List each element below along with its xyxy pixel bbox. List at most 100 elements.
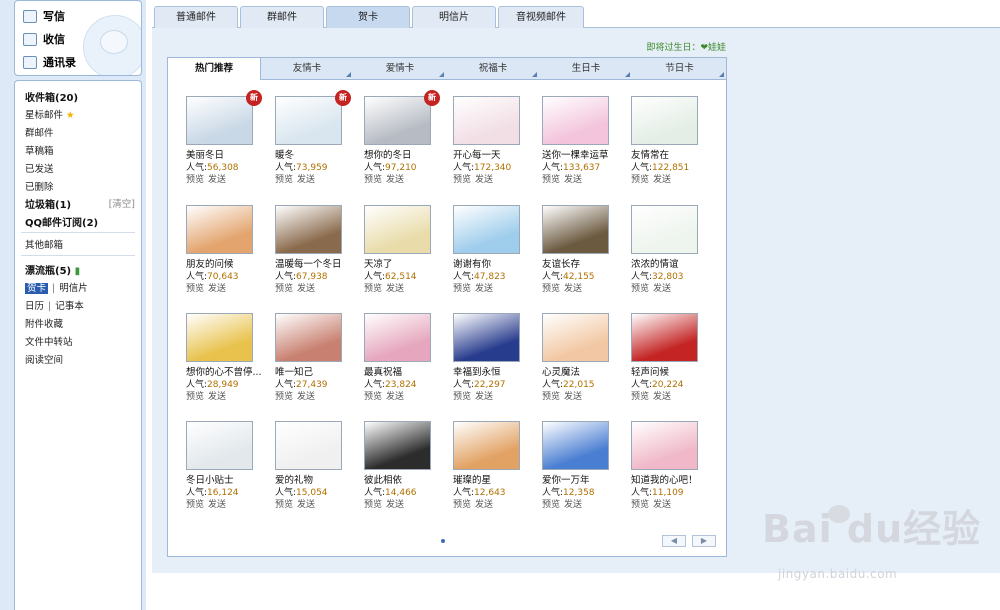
send-link[interactable]: 发送 bbox=[386, 500, 404, 510]
send-link[interactable]: 发送 bbox=[475, 392, 493, 402]
card-item[interactable]: 送你一棵幸运草 人气:133,637 预览 发送 bbox=[542, 96, 628, 186]
send-link[interactable]: 发送 bbox=[653, 175, 671, 185]
card-item[interactable]: 最真祝福 人气:23,824 预览 发送 bbox=[364, 313, 450, 403]
preview-link[interactable]: 预览 bbox=[631, 500, 649, 510]
card-thumbnail[interactable] bbox=[364, 205, 431, 254]
card-title[interactable]: 朋友的问候 bbox=[186, 258, 272, 271]
send-link[interactable]: 发送 bbox=[386, 392, 404, 402]
card-thumbnail[interactable] bbox=[631, 205, 698, 254]
receive-mail-button[interactable]: 收信 bbox=[23, 29, 65, 49]
card-thumbnail[interactable] bbox=[186, 313, 253, 362]
preview-link[interactable]: 预览 bbox=[631, 175, 649, 185]
preview-link[interactable]: 预览 bbox=[186, 500, 204, 510]
card-item[interactable]: 轻声问候 人气:20,224 预览 发送 bbox=[631, 313, 717, 403]
sidebar-item-calendar[interactable]: 日历 bbox=[25, 301, 44, 312]
card-thumbnail[interactable] bbox=[631, 421, 698, 470]
send-link[interactable]: 发送 bbox=[386, 284, 404, 294]
card-thumbnail[interactable] bbox=[631, 313, 698, 362]
card-title[interactable]: 知道我的心吧！ bbox=[631, 474, 717, 487]
send-link[interactable]: 发送 bbox=[297, 392, 315, 402]
card-item[interactable]: 爱你一万年 人气:12,358 预览 发送 bbox=[542, 421, 628, 511]
send-link[interactable]: 发送 bbox=[208, 175, 226, 185]
card-thumbnail[interactable] bbox=[453, 313, 520, 362]
card-item[interactable]: 谢谢有你 人气:47,823 预览 发送 bbox=[453, 205, 539, 295]
card-item[interactable]: 浓浓的情谊 人气:32,803 预览 发送 bbox=[631, 205, 717, 295]
tab-normal-mail[interactable]: 普通邮件 bbox=[154, 6, 238, 28]
send-link[interactable]: 发送 bbox=[297, 284, 315, 294]
card-title[interactable]: 心灵魔法 bbox=[542, 366, 628, 379]
preview-link[interactable]: 预览 bbox=[275, 284, 293, 294]
sidebar-item-deleted[interactable]: 已删除 bbox=[25, 179, 54, 193]
preview-link[interactable]: 预览 bbox=[364, 392, 382, 402]
card-title[interactable]: 幸福到永恒 bbox=[453, 366, 539, 379]
card-item[interactable]: 开心每一天 人气:172,340 预览 发送 bbox=[453, 96, 539, 186]
card-title[interactable]: 开心每一天 bbox=[453, 149, 539, 162]
preview-link[interactable]: 预览 bbox=[364, 284, 382, 294]
card-title[interactable]: 爱你一万年 bbox=[542, 474, 628, 487]
send-link[interactable]: 发送 bbox=[653, 392, 671, 402]
prev-page-button[interactable]: ◀ bbox=[662, 535, 686, 547]
card-title[interactable]: 璀璨的星 bbox=[453, 474, 539, 487]
send-link[interactable]: 发送 bbox=[297, 175, 315, 185]
card-item[interactable]: 爱的礼物 人气:15,054 预览 发送 bbox=[275, 421, 361, 511]
card-title[interactable]: 温暖每一个冬日 bbox=[275, 258, 361, 271]
preview-link[interactable]: 预览 bbox=[186, 284, 204, 294]
send-link[interactable]: 发送 bbox=[475, 284, 493, 294]
card-thumbnail[interactable] bbox=[186, 205, 253, 254]
sidebar-item-drafts[interactable]: 草稿箱 bbox=[25, 143, 54, 157]
card-title[interactable]: 彼此相依 bbox=[364, 474, 450, 487]
clear-spam-link[interactable]: [清空] bbox=[109, 196, 135, 210]
sidebar-item-attachments[interactable]: 附件收藏 bbox=[25, 316, 63, 330]
card-item[interactable]: 新美丽冬日 人气:56,308 预览 发送 bbox=[186, 90, 272, 186]
card-thumbnail[interactable] bbox=[364, 96, 431, 145]
send-link[interactable]: 发送 bbox=[564, 500, 582, 510]
sidebar-item-drift-bottle[interactable]: 漂流瓶(5) ▮ bbox=[25, 262, 80, 277]
preview-link[interactable]: 预览 bbox=[631, 284, 649, 294]
preview-link[interactable]: 预览 bbox=[542, 500, 560, 510]
card-item[interactable]: 心灵魔法 人气:22,015 预览 发送 bbox=[542, 313, 628, 403]
preview-link[interactable]: 预览 bbox=[542, 392, 560, 402]
sidebar-item-postcard[interactable]: 明信片 bbox=[59, 283, 88, 294]
send-link[interactable]: 发送 bbox=[653, 500, 671, 510]
card-item[interactable]: 友情常在 人气:122,851 预览 发送 bbox=[631, 96, 717, 186]
card-thumbnail[interactable] bbox=[186, 421, 253, 470]
send-link[interactable]: 发送 bbox=[208, 392, 226, 402]
preview-link[interactable]: 预览 bbox=[364, 175, 382, 185]
compose-button[interactable]: 写信 bbox=[23, 6, 65, 26]
category-tab-hot[interactable]: 热门推荐 bbox=[168, 58, 261, 80]
card-item[interactable]: 新暖冬 人气:73,959 预览 发送 bbox=[275, 90, 361, 186]
preview-link[interactable]: 预览 bbox=[275, 175, 293, 185]
card-item[interactable]: 天凉了 人气:62,514 预览 发送 bbox=[364, 205, 450, 295]
card-thumbnail[interactable] bbox=[186, 96, 253, 145]
card-item[interactable]: 幸福到永恒 人气:22,297 预览 发送 bbox=[453, 313, 539, 403]
card-title[interactable]: 想你的心不曾停... bbox=[186, 366, 272, 379]
sidebar-item-qq-subscribe[interactable]: QQ邮件订阅(2) bbox=[25, 214, 98, 229]
card-title[interactable]: 轻声问候 bbox=[631, 366, 717, 379]
card-title[interactable]: 美丽冬日 bbox=[186, 149, 272, 162]
sidebar-item-file-transfer[interactable]: 文件中转站 bbox=[25, 334, 73, 348]
preview-link[interactable]: 预览 bbox=[186, 392, 204, 402]
card-thumbnail[interactable] bbox=[275, 205, 342, 254]
card-title[interactable]: 爱的礼物 bbox=[275, 474, 361, 487]
card-item[interactable]: 唯一知己 人气:27,439 预览 发送 bbox=[275, 313, 361, 403]
tab-av-mail[interactable]: 音视频邮件 bbox=[498, 6, 584, 28]
card-thumbnail[interactable] bbox=[542, 205, 609, 254]
card-item[interactable]: 友谊长存 人气:42,155 预览 发送 bbox=[542, 205, 628, 295]
card-title[interactable]: 暖冬 bbox=[275, 149, 361, 162]
category-tab-love[interactable]: 爱情卡 bbox=[354, 58, 446, 79]
sidebar-item-sent[interactable]: 已发送 bbox=[25, 161, 54, 175]
sidebar-item-inbox[interactable]: 收件箱(20) bbox=[25, 89, 78, 104]
send-link[interactable]: 发送 bbox=[564, 175, 582, 185]
tab-greeting-card[interactable]: 贺卡 bbox=[326, 6, 410, 28]
card-title[interactable]: 浓浓的情谊 bbox=[631, 258, 717, 271]
card-title[interactable]: 唯一知己 bbox=[275, 366, 361, 379]
send-link[interactable]: 发送 bbox=[475, 500, 493, 510]
sidebar-item-greeting-card[interactable]: 贺卡 bbox=[25, 283, 49, 294]
category-tab-friendship[interactable]: 友情卡 bbox=[261, 58, 353, 79]
preview-link[interactable]: 预览 bbox=[364, 500, 382, 510]
card-item[interactable]: 知道我的心吧！ 人气:11,109 预览 发送 bbox=[631, 421, 717, 511]
preview-link[interactable]: 预览 bbox=[453, 500, 471, 510]
card-item[interactable]: 朋友的问候 人气:70,643 预览 发送 bbox=[186, 205, 272, 295]
preview-link[interactable]: 预览 bbox=[542, 284, 560, 294]
card-title[interactable]: 送你一棵幸运草 bbox=[542, 149, 628, 162]
